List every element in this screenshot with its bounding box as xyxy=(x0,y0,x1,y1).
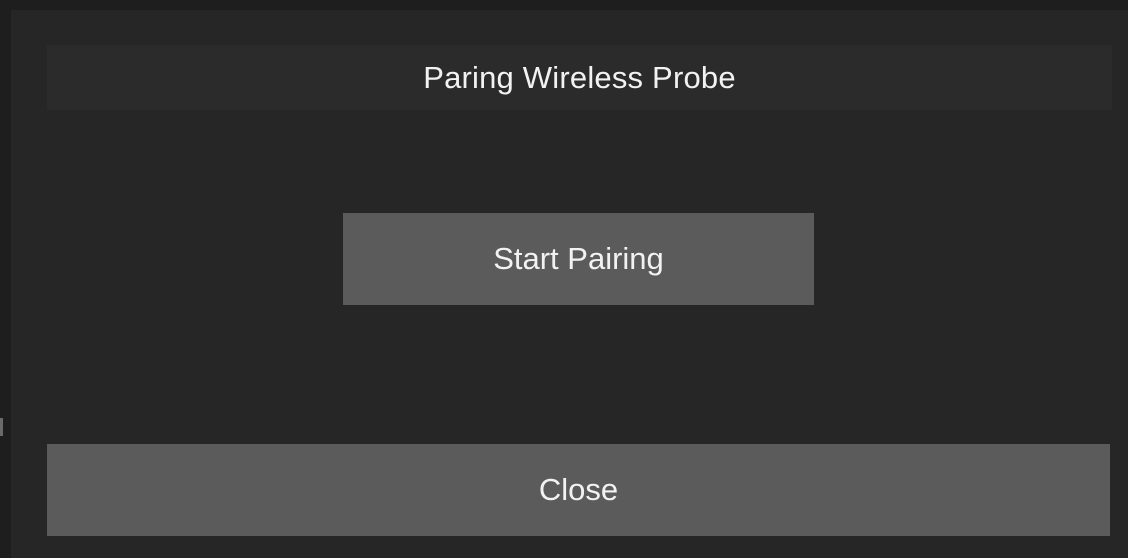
close-button[interactable]: Close xyxy=(47,444,1110,536)
pairing-dialog: Paring Wireless Probe Start Pairing Clos… xyxy=(11,10,1128,558)
start-pairing-button[interactable]: Start Pairing xyxy=(343,213,814,305)
dialog-title: Paring Wireless Probe xyxy=(423,59,736,95)
app-screen: Paring Wireless Probe Start Pairing Clos… xyxy=(0,0,1128,558)
dialog-header: Paring Wireless Probe xyxy=(47,45,1112,110)
background-edge-mark xyxy=(0,418,3,436)
